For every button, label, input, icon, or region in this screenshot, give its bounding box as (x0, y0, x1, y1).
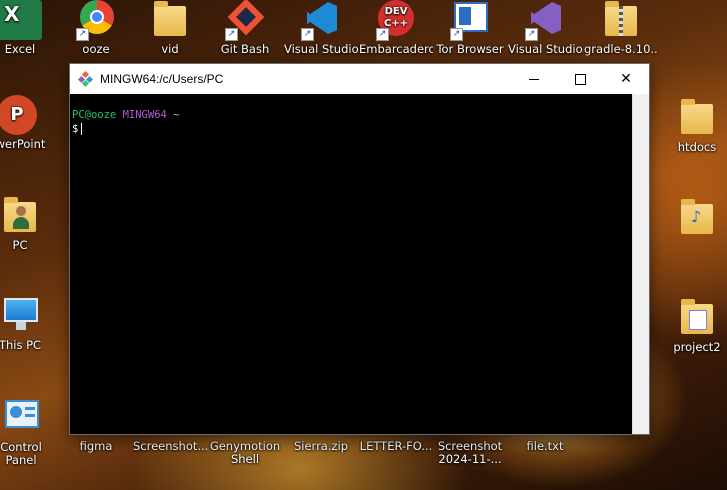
desktop-icon-htdocs[interactable]: htdocs (660, 98, 727, 154)
desktop-icon-label: project2 (673, 341, 721, 354)
desktop-icon-label: vid (161, 43, 179, 56)
prompt-user: PC@ooze (72, 109, 117, 121)
close-button[interactable]: ✕ (603, 64, 649, 94)
folder-icon (154, 1, 186, 36)
computer-icon (4, 298, 38, 322)
shortcut-arrow-icon: ↗ (76, 28, 89, 41)
desktop-icon-vid[interactable]: vid (133, 0, 207, 56)
desktop-icon-pc[interactable]: PC (0, 196, 57, 252)
control-panel-icon (5, 400, 39, 428)
scrollbar-thumb[interactable] (636, 100, 645, 418)
desktop-icon-tor-browser[interactable]: ↗ Tor Browser (433, 0, 507, 56)
desktop-icon-visual-studio[interactable]: ↗ Visual Studio (508, 0, 582, 56)
terminal-window[interactable]: MINGW64:/c/Users/PC ✕ PC@ooze MINGW64 ~ … (70, 64, 649, 434)
desktop-icon-excel[interactable]: X Excel (0, 0, 57, 56)
folder-icon (681, 299, 713, 334)
excel-icon: X (4, 2, 20, 26)
minimize-button[interactable] (511, 64, 557, 94)
desktop-icon-label: file.txt (526, 440, 564, 453)
text-cursor (81, 123, 83, 135)
terminal-output[interactable]: PC@ooze MINGW64 ~ $ (70, 94, 633, 434)
desktop-icon-label: Screenshot... (133, 440, 207, 453)
desktop-icon-music-folder[interactable]: ♪ (660, 198, 727, 241)
desktop-icon-label: figma (79, 440, 113, 453)
window-titlebar[interactable]: MINGW64:/c/Users/PC ✕ (70, 64, 649, 94)
shortcut-arrow-icon: ↗ (376, 28, 389, 41)
user-folder-icon (4, 197, 36, 232)
shortcut-arrow-icon: ↗ (525, 28, 538, 41)
maximize-icon (574, 73, 586, 85)
desktop-icon-label: htdocs (677, 141, 717, 154)
window-title: MINGW64:/c/Users/PC (100, 72, 224, 86)
desktop-icon-label: Excel (4, 43, 36, 56)
desktop-icon-screenshot-2[interactable]: Screenshot 2024-11-... (433, 430, 507, 466)
desktop-icon-label: Visual Studio (508, 43, 582, 56)
folder-icon (681, 99, 713, 134)
shortcut-arrow-icon: ↗ (225, 28, 238, 41)
desktop-icon-gradle[interactable]: gradle-8.10... (584, 0, 658, 56)
vertical-scrollbar[interactable] (632, 94, 649, 434)
desktop-icon-ooze[interactable]: ↗ ooze (59, 0, 133, 56)
desktop-icon-label: Screenshot 2024-11-... (437, 440, 503, 466)
desktop-icon-label: Control Panel (0, 441, 42, 467)
prompt-line: PC@ooze MINGW64 ~ (72, 108, 633, 122)
shortcut-arrow-icon: ↗ (450, 28, 463, 41)
desktop-icon-embarcadero[interactable]: DEV C++ ↗ Embarcadero (359, 0, 433, 56)
desktop-icon-label: Genymotion Shell (209, 440, 281, 466)
desktop-icon-vscode[interactable]: ↗ Visual Studio (284, 0, 358, 56)
desktop-icon-label: LETTER-FO... (359, 440, 433, 453)
desktop-icon-label: Embarcadero (359, 43, 433, 56)
maximize-button[interactable] (557, 64, 603, 94)
desktop-icon-label: gradle-8.10... (584, 43, 658, 56)
prompt-env: MINGW64 (122, 109, 167, 121)
desktop-icon-label: Git Bash (220, 43, 270, 56)
desktop-icon-label: This PC (0, 339, 42, 352)
desktop-icon-git-bash[interactable]: ↗ Git Bash (208, 0, 282, 56)
input-line[interactable]: $ (72, 122, 633, 136)
powerpoint-icon: P (0, 95, 37, 135)
desktop-icon-label: Visual Studio (284, 43, 358, 56)
desktop-icon-this-pc[interactable]: This PC (0, 296, 57, 352)
desktop-icon-project2[interactable]: project2 (660, 298, 727, 354)
music-folder-icon: ♪ (681, 199, 713, 234)
git-bash-icon (77, 70, 94, 88)
desktop-icon-label: owerPoint (0, 138, 46, 151)
zip-folder-icon (605, 1, 637, 36)
desktop-icon-label: PC (12, 239, 28, 252)
desktop-icon-label: Tor Browser (436, 43, 504, 56)
prompt-symbol: $ (72, 123, 79, 135)
desktop-icon-control-panel[interactable]: Control Panel (0, 398, 58, 467)
shortcut-arrow-icon: ↗ (301, 28, 314, 41)
desktop-icon-label: ooze (82, 43, 110, 56)
desktop-icon-genymotion[interactable]: Genymotion Shell (208, 430, 282, 466)
close-icon: ✕ (620, 71, 632, 87)
minimize-icon (529, 78, 539, 80)
desktop-icon-label: Sierra.zip (293, 440, 349, 453)
desktop-icon-powerpoint[interactable]: P owerPoint (0, 95, 54, 151)
prompt-path: ~ (173, 109, 180, 121)
